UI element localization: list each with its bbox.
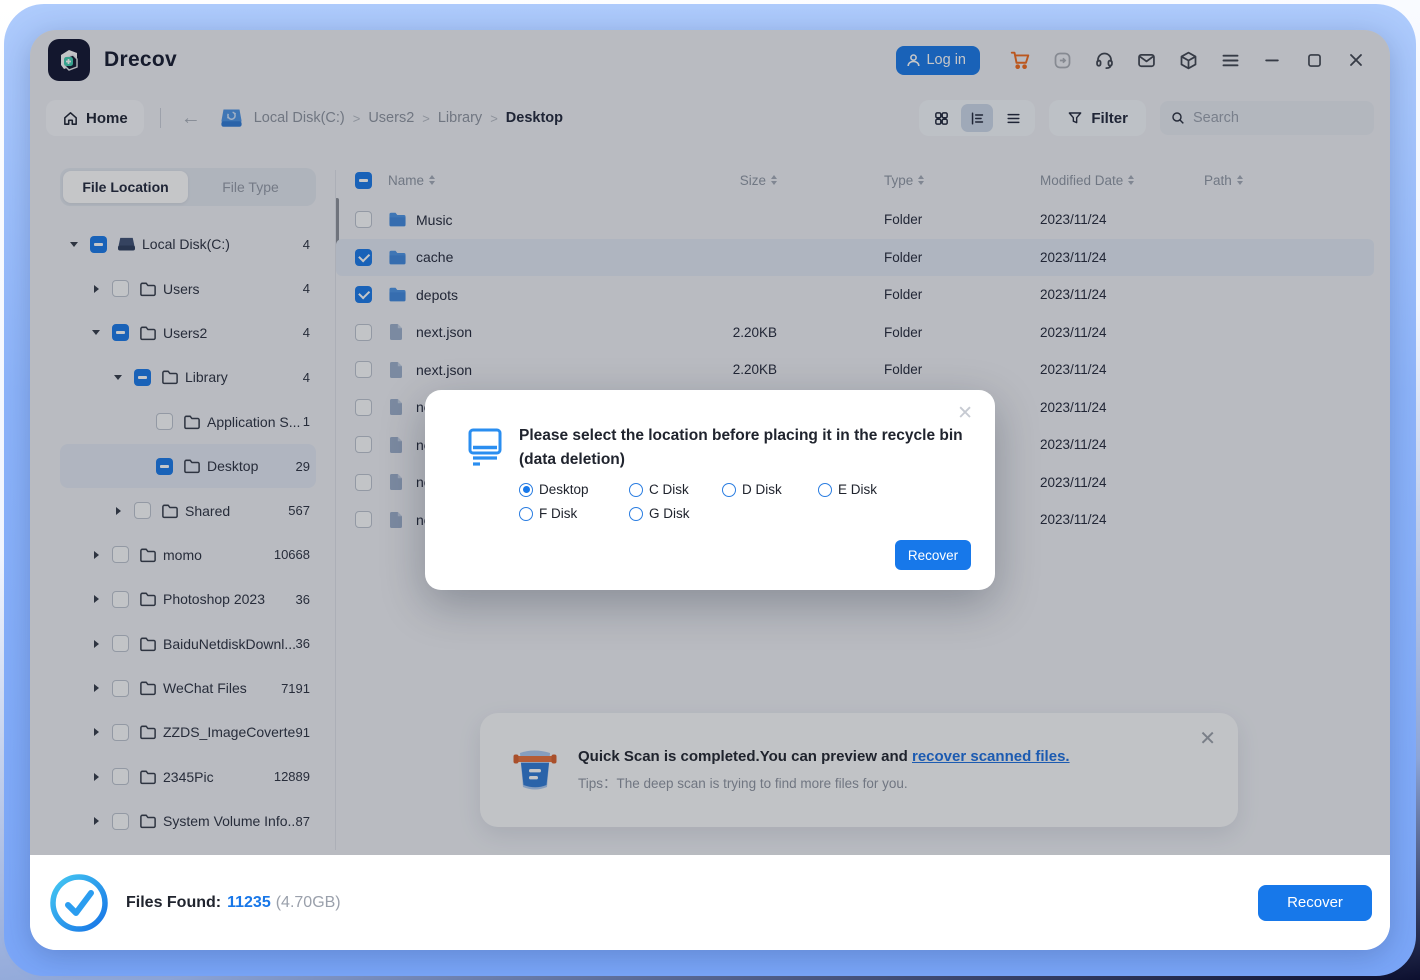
- location-radio-e-disk[interactable]: E Disk: [818, 482, 971, 497]
- location-radio-desktop[interactable]: Desktop: [519, 482, 629, 497]
- radio-icon: [818, 483, 832, 497]
- radio-label: C Disk: [649, 482, 689, 497]
- status-bar: Files Found:11235(4.70GB) Recover: [30, 855, 1390, 950]
- radio-label: E Disk: [838, 482, 877, 497]
- dialog-close-icon[interactable]: ✕: [957, 404, 973, 423]
- radio-label: G Disk: [649, 506, 690, 521]
- location-radio-f-disk[interactable]: F Disk: [519, 506, 629, 521]
- radio-label: D Disk: [742, 482, 782, 497]
- recover-button[interactable]: Recover: [1258, 885, 1372, 921]
- files-found-label: Files Found:11235(4.70GB): [126, 894, 341, 912]
- recycle-location-dialog: ✕ Please select the location before plac…: [425, 390, 995, 590]
- radio-icon: [519, 507, 533, 521]
- check-circle-icon: [48, 872, 110, 934]
- radio-icon: [722, 483, 736, 497]
- location-radio-c-disk[interactable]: C Disk: [629, 482, 722, 497]
- location-options: Desktop C Disk D Disk E Disk F Disk G Disk: [519, 482, 971, 521]
- app-window: Drecov Log in Home ←: [30, 30, 1390, 950]
- radio-icon: [629, 507, 643, 521]
- radio-icon: [519, 483, 533, 497]
- radio-label: F Disk: [539, 506, 577, 521]
- monitor-icon: [465, 426, 505, 472]
- files-found-size: (4.70GB): [276, 894, 341, 911]
- dialog-title: Please select the location before placin…: [519, 424, 969, 472]
- radio-label: Desktop: [539, 482, 589, 497]
- files-found-count: 11235: [227, 894, 271, 911]
- location-radio-d-disk[interactable]: D Disk: [722, 482, 818, 497]
- dialog-recover-button[interactable]: Recover: [895, 540, 971, 570]
- radio-icon: [629, 483, 643, 497]
- location-radio-g-disk[interactable]: G Disk: [629, 506, 722, 521]
